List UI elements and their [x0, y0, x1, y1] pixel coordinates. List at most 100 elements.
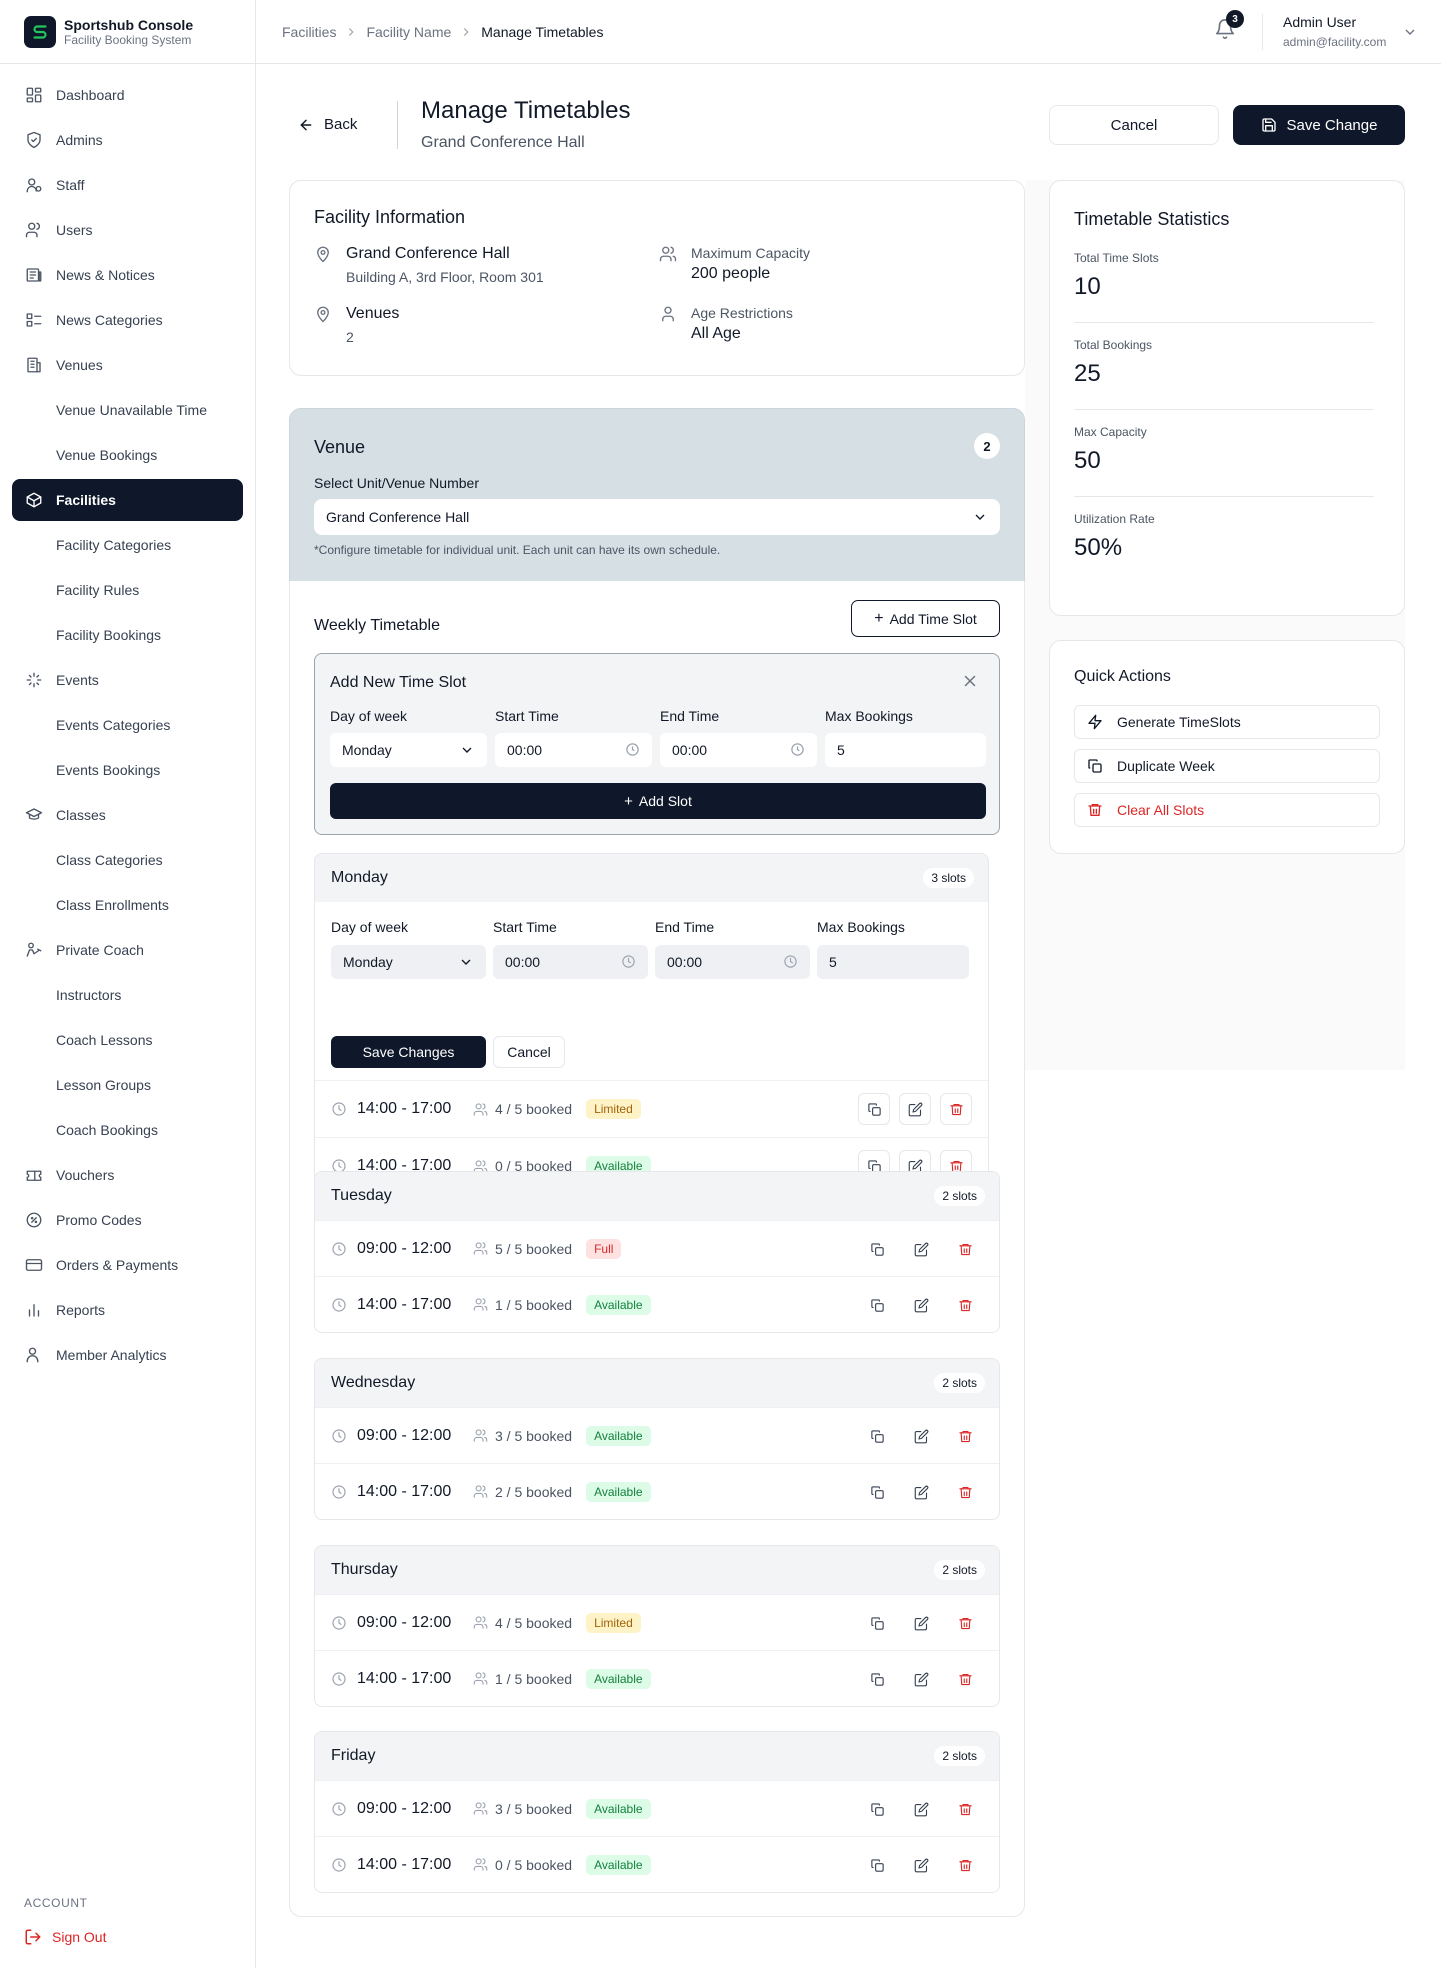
save-changes-button[interactable]: Save Changes [331, 1036, 486, 1068]
sidebar-item-label: Admins [56, 132, 103, 148]
duplicate-slot-button[interactable] [865, 1667, 889, 1691]
sidebar-item-admins[interactable]: Admins [12, 119, 243, 161]
edit-slot-button[interactable] [909, 1424, 933, 1448]
clear-all-slots-button[interactable]: Clear All Slots [1074, 793, 1380, 827]
delete-slot-button[interactable] [953, 1611, 977, 1635]
sidebar-item-news-categories[interactable]: News Categories [12, 299, 243, 341]
day-name: Friday [331, 1747, 376, 1764]
sidebar-item-venue-bookings[interactable]: Venue Bookings [12, 434, 243, 476]
copy-icon [870, 1429, 884, 1443]
edit-slot-button[interactable] [909, 1293, 933, 1317]
duplicate-slot-button[interactable] [865, 1480, 889, 1504]
clock-icon [331, 1857, 347, 1873]
edit-icon [914, 1429, 928, 1443]
edit-slot-button[interactable] [909, 1480, 933, 1504]
sidebar-item-promo-codes[interactable]: Promo Codes [12, 1199, 243, 1241]
delete-slot-button[interactable] [953, 1797, 977, 1821]
sidebar-item-member-analytics[interactable]: Member Analytics [12, 1334, 243, 1376]
sidebar-item-dashboard[interactable]: Dashboard [12, 74, 243, 116]
edit-end-time-input[interactable]: 00:00 [655, 945, 810, 979]
edit-start-time-input[interactable]: 00:00 [493, 945, 648, 979]
sidebar-item-venue-unavailable-time[interactable]: Venue Unavailable Time [12, 389, 243, 431]
duplicate-slot-button[interactable] [865, 1853, 889, 1877]
edit-slot-button[interactable] [909, 1611, 933, 1635]
breadcrumb-facility-name[interactable]: Facility Name [366, 24, 451, 40]
delete-slot-button[interactable] [953, 1480, 977, 1504]
facility-capacity: Maximum Capacity 200 people [659, 245, 810, 283]
delete-slot-button[interactable] [940, 1093, 972, 1125]
sidebar-item-label: Events [56, 672, 99, 688]
back-button[interactable]: Back [298, 116, 357, 133]
sidebar-item-label: Users [56, 222, 93, 238]
sidebar-item-facility-rules[interactable]: Facility Rules [12, 569, 243, 611]
edit-day-of-week-input[interactable]: Monday [331, 945, 486, 979]
edit-slot-button[interactable] [899, 1093, 931, 1125]
start-time-input[interactable]: 00:00 [495, 733, 652, 767]
sidebar-item-label: Class Enrollments [56, 897, 169, 913]
sidebar-item-reports[interactable]: Reports [12, 1289, 243, 1331]
cancel-edit-button[interactable]: Cancel [493, 1036, 565, 1068]
sidebar-item-news-notices[interactable]: News & Notices [12, 254, 243, 296]
sidebar-item-facility-categories[interactable]: Facility Categories [12, 524, 243, 566]
sidebar-item-venues[interactable]: Venues [12, 344, 243, 386]
slot-actions [845, 1611, 977, 1635]
duplicate-slot-button[interactable] [865, 1424, 889, 1448]
add-slot-button[interactable]: + Add Slot [330, 783, 986, 819]
close-icon[interactable] [961, 672, 979, 690]
duplicate-slot-button[interactable] [858, 1093, 890, 1125]
duplicate-slot-button[interactable] [865, 1611, 889, 1635]
sidebar-item-events-bookings[interactable]: Events Bookings [12, 749, 243, 791]
save-change-button[interactable]: Save Change [1233, 105, 1405, 145]
sidebar-item-events[interactable]: Events [12, 659, 243, 701]
sidebar-item-facility-bookings[interactable]: Facility Bookings [12, 614, 243, 656]
max-bookings-input[interactable]: 5 [825, 733, 986, 767]
chevron-down-icon[interactable] [1402, 24, 1418, 40]
sidebar-item-classes[interactable]: Classes [12, 794, 243, 836]
generate-timeslots-button[interactable]: Generate TimeSlots [1074, 705, 1380, 739]
sidebar-item-facilities[interactable]: Facilities [12, 479, 243, 521]
sidebar-item-class-enrollments[interactable]: Class Enrollments [12, 884, 243, 926]
delete-slot-button[interactable] [953, 1293, 977, 1317]
cancel-button[interactable]: Cancel [1049, 105, 1219, 145]
venue-select[interactable]: Grand Conference Hall [314, 499, 1000, 535]
sidebar-item-lesson-groups[interactable]: Lesson Groups [12, 1064, 243, 1106]
duplicate-slot-button[interactable] [865, 1797, 889, 1821]
edit-slot-button[interactable] [909, 1797, 933, 1821]
brand[interactable]: Sportshub Console Facility Booking Syste… [0, 0, 255, 64]
edit-slot-button[interactable] [909, 1237, 933, 1261]
user-name[interactable]: Admin User [1283, 14, 1356, 30]
day-of-week-select[interactable]: Monday [330, 733, 487, 767]
facility-venues: Venues 2 [314, 305, 399, 345]
sidebar-item-class-categories[interactable]: Class Categories [12, 839, 243, 881]
sidebar-item-events-categories[interactable]: Events Categories [12, 704, 243, 746]
edit-icon [914, 1858, 928, 1872]
delete-slot-button[interactable] [953, 1853, 977, 1877]
end-time-input[interactable]: 00:00 [660, 733, 817, 767]
sidebar-item-orders-payments[interactable]: Orders & Payments [12, 1244, 243, 1286]
delete-slot-button[interactable] [953, 1237, 977, 1261]
sign-out-button[interactable]: Sign Out [24, 1928, 106, 1946]
sidebar-item-vouchers[interactable]: Vouchers [12, 1154, 243, 1196]
duplicate-slot-button[interactable] [865, 1293, 889, 1317]
sidebar-item-coach-bookings[interactable]: Coach Bookings [12, 1109, 243, 1151]
edit-slot-button[interactable] [909, 1667, 933, 1691]
timetable-statistics-card: Timetable Statistics Total Time Slots 10… [1049, 180, 1405, 616]
add-time-slot-button[interactable]: + Add Time Slot [851, 600, 1000, 637]
sidebar-item-staff[interactable]: Staff [12, 164, 243, 206]
sidebar-item-private-coach[interactable]: Private Coach [12, 929, 243, 971]
venue-note: *Configure timetable for individual unit… [314, 543, 721, 557]
sidebar-item-users[interactable]: Users [12, 209, 243, 251]
duplicate-week-button[interactable]: Duplicate Week [1074, 749, 1380, 783]
copy-icon [870, 1802, 884, 1816]
copy-icon [870, 1858, 884, 1872]
delete-slot-button[interactable] [953, 1667, 977, 1691]
delete-slot-button[interactable] [953, 1424, 977, 1448]
sidebar-item-coach-lessons[interactable]: Coach Lessons [12, 1019, 243, 1061]
duplicate-slot-button[interactable] [865, 1237, 889, 1261]
sidebar-item-instructors[interactable]: Instructors [12, 974, 243, 1016]
breadcrumb-facilities[interactable]: Facilities [282, 24, 336, 40]
edit-slot-button[interactable] [909, 1853, 933, 1877]
top-bar: Facilities Facility Name Manage Timetabl… [256, 0, 1441, 64]
edit-max-bookings-input[interactable]: 5 [817, 945, 969, 979]
slot-count-badge: 2 slots [934, 1746, 985, 1766]
